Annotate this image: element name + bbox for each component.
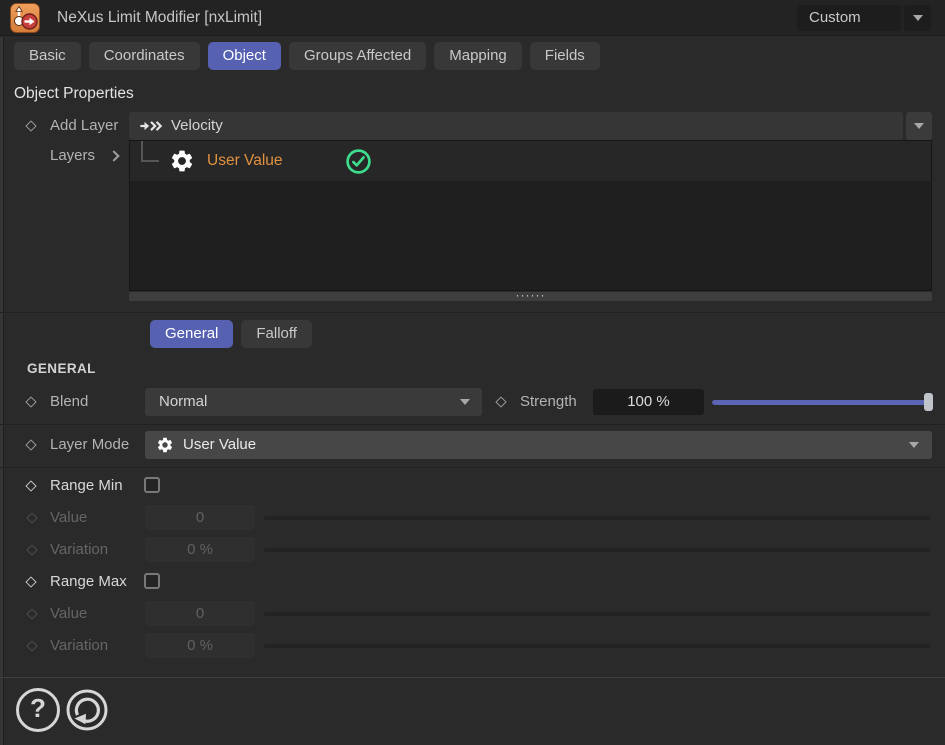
divider: [0, 312, 945, 313]
range-max-value-label: Value: [50, 605, 88, 622]
help-icon: ?: [30, 693, 46, 723]
add-layer-dropdown-button[interactable]: [906, 112, 932, 140]
layer-mode-label: Layer Mode: [50, 436, 130, 453]
blend-dropdown[interactable]: Normal: [145, 388, 482, 416]
add-layer-value: Velocity: [171, 117, 223, 134]
tab-fields[interactable]: Fields: [529, 42, 600, 70]
chevron-down-icon: [460, 399, 470, 405]
chevron-down-icon: [912, 15, 923, 21]
layer-mode-value: User Value: [183, 436, 257, 453]
range-min-value-slider: [264, 516, 931, 520]
help-button[interactable]: ?: [16, 688, 60, 732]
tab-coordinates[interactable]: Coordinates: [88, 42, 200, 70]
nexus-limit-modifier-panel: NeXus Limit Modifier [nxLimit] Custom Ba…: [0, 0, 945, 745]
layers-expand-icon[interactable]: [108, 150, 120, 162]
keyframe-diamond-icon[interactable]: [25, 576, 37, 588]
keyframe-diamond-icon[interactable]: [495, 396, 507, 408]
range-min-variation-field: 0 %: [145, 537, 255, 562]
layers-label: Layers: [50, 147, 96, 164]
layers-resize-handle[interactable]: ······: [129, 288, 932, 302]
range-min-variation-label: Variation: [50, 541, 109, 558]
tree-branch-line: [141, 141, 159, 162]
subtab-general[interactable]: General: [150, 320, 234, 348]
layer-name: User Value: [207, 152, 283, 169]
add-layer-dropdown[interactable]: Velocity: [129, 112, 903, 140]
strength-slider-track: [712, 400, 931, 405]
tab-object[interactable]: Object: [207, 42, 281, 70]
range-min-checkbox[interactable]: [144, 477, 160, 493]
keyframe-diamond-icon: [26, 512, 38, 524]
range-min-label: Range Min: [50, 477, 123, 494]
keyframe-diamond-icon[interactable]: [25, 439, 37, 451]
blend-value: Normal: [159, 393, 208, 410]
app-icon: [10, 3, 40, 33]
range-max-value-field: 0: [145, 601, 255, 626]
tab-basic[interactable]: Basic: [14, 42, 81, 70]
layer-row[interactable]: User Value: [130, 141, 931, 181]
layer-enabled-check-icon[interactable]: [345, 148, 372, 175]
range-max-value-slider: [264, 612, 931, 616]
section-title: Object Properties: [14, 85, 134, 102]
window-title: NeXus Limit Modifier [nxLimit]: [57, 9, 263, 26]
tab-mapping[interactable]: Mapping: [434, 42, 522, 70]
window-edge-gutter: [0, 37, 4, 745]
range-max-variation-label: Variation: [50, 637, 109, 654]
keyframe-diamond-icon: [26, 640, 38, 652]
range-max-variation-slider: [264, 644, 931, 648]
range-max-label: Range Max: [50, 573, 127, 590]
tab-bar: Basic Coordinates Object Groups Affected…: [14, 42, 600, 70]
range-max-checkbox[interactable]: [144, 573, 160, 589]
preset-value: Custom: [809, 9, 861, 26]
range-min-value-field: 0: [145, 505, 255, 530]
divider: [0, 677, 945, 678]
range-min-variation-slider: [264, 548, 931, 552]
chevron-down-icon: [914, 123, 924, 129]
strength-slider-handle[interactable]: [924, 393, 933, 411]
general-section-header: GENERAL: [27, 361, 96, 376]
strength-slider[interactable]: [712, 388, 933, 416]
reset-button[interactable]: [65, 688, 109, 732]
strength-label: Strength: [520, 393, 577, 410]
chevron-down-icon: [909, 442, 919, 448]
range-max-variation-field: 0 %: [145, 633, 255, 658]
keyframe-diamond-icon[interactable]: [25, 480, 37, 492]
blend-label: Blend: [50, 393, 89, 410]
divider: [0, 467, 945, 468]
titlebar: NeXus Limit Modifier [nxLimit] Custom: [0, 0, 945, 36]
preset-dropdown[interactable]: Custom: [797, 5, 901, 31]
layers-panel: User Value: [129, 140, 932, 291]
strength-value-field[interactable]: 100 %: [593, 389, 704, 415]
layer-mode-dropdown[interactable]: User Value: [145, 431, 932, 459]
tab-groups-affected[interactable]: Groups Affected: [288, 42, 427, 70]
strength-slider-fill: [712, 400, 931, 405]
range-min-value-label: Value: [50, 509, 88, 526]
sub-tab-bar: General Falloff: [150, 320, 312, 348]
add-layer-label: Add Layer: [50, 117, 119, 134]
divider: [0, 424, 945, 425]
reset-icon: [66, 689, 108, 731]
keyframe-diamond-icon[interactable]: [25, 120, 37, 132]
gear-icon: [171, 150, 193, 172]
resize-dots: ······: [515, 288, 546, 302]
keyframe-diamond-icon[interactable]: [25, 396, 37, 408]
preset-dropdown-button[interactable]: [904, 5, 931, 31]
keyframe-diamond-icon: [26, 544, 38, 556]
keyframe-diamond-icon: [26, 608, 38, 620]
subtab-falloff[interactable]: Falloff: [241, 320, 312, 348]
gear-icon: [157, 437, 173, 453]
velocity-icon: [140, 121, 163, 131]
